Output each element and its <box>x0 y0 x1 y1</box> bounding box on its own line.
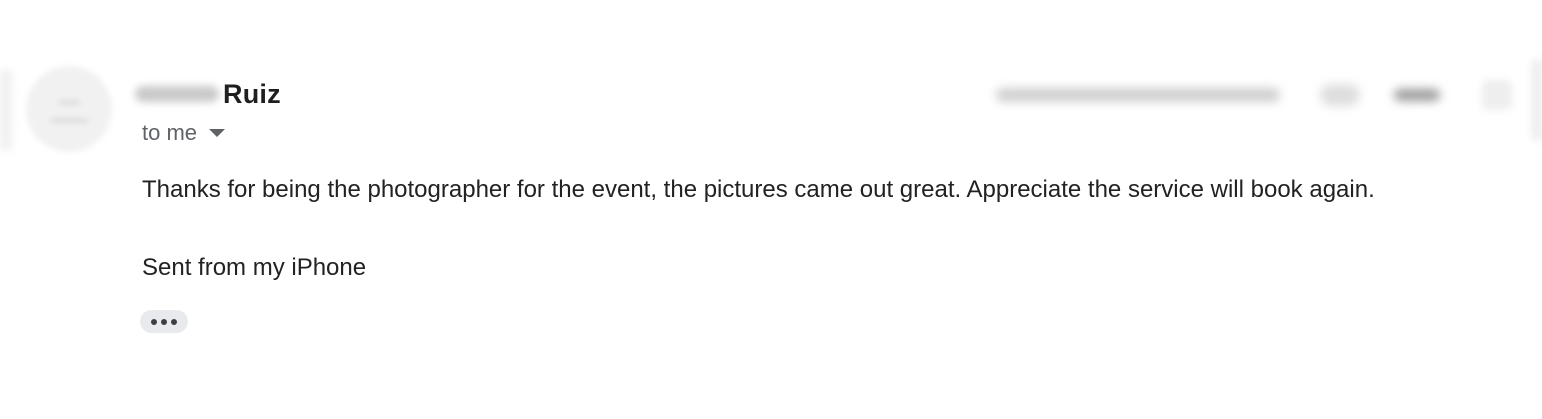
recipient-row[interactable]: to me <box>142 120 226 146</box>
caret-down-icon[interactable] <box>209 129 226 137</box>
ellipsis-icon <box>151 318 157 325</box>
redacted-first-name <box>135 86 219 102</box>
ellipsis-icon <box>161 318 167 325</box>
right-edge-blur <box>1532 60 1542 140</box>
more-options-icon[interactable] <box>1482 80 1512 110</box>
ellipsis-icon <box>171 318 177 325</box>
sender-name[interactable]: Ruiz <box>223 79 281 110</box>
message-signature: Sent from my iPhone <box>142 254 367 281</box>
star-icon[interactable] <box>1320 84 1360 106</box>
left-edge-blur <box>0 70 12 150</box>
show-trimmed-content-button[interactable] <box>140 310 188 333</box>
sender-avatar <box>26 66 112 152</box>
redacted-date <box>996 88 1280 102</box>
message-header-actions <box>990 80 1542 110</box>
sender-row: Ruiz <box>135 76 281 112</box>
avatar-placeholder <box>58 100 80 105</box>
recipient-label: to me <box>142 120 198 145</box>
reply-icon[interactable] <box>1394 89 1440 101</box>
avatar-placeholder <box>50 118 88 123</box>
message-body: Thanks for being the photographer for th… <box>142 176 1375 203</box>
